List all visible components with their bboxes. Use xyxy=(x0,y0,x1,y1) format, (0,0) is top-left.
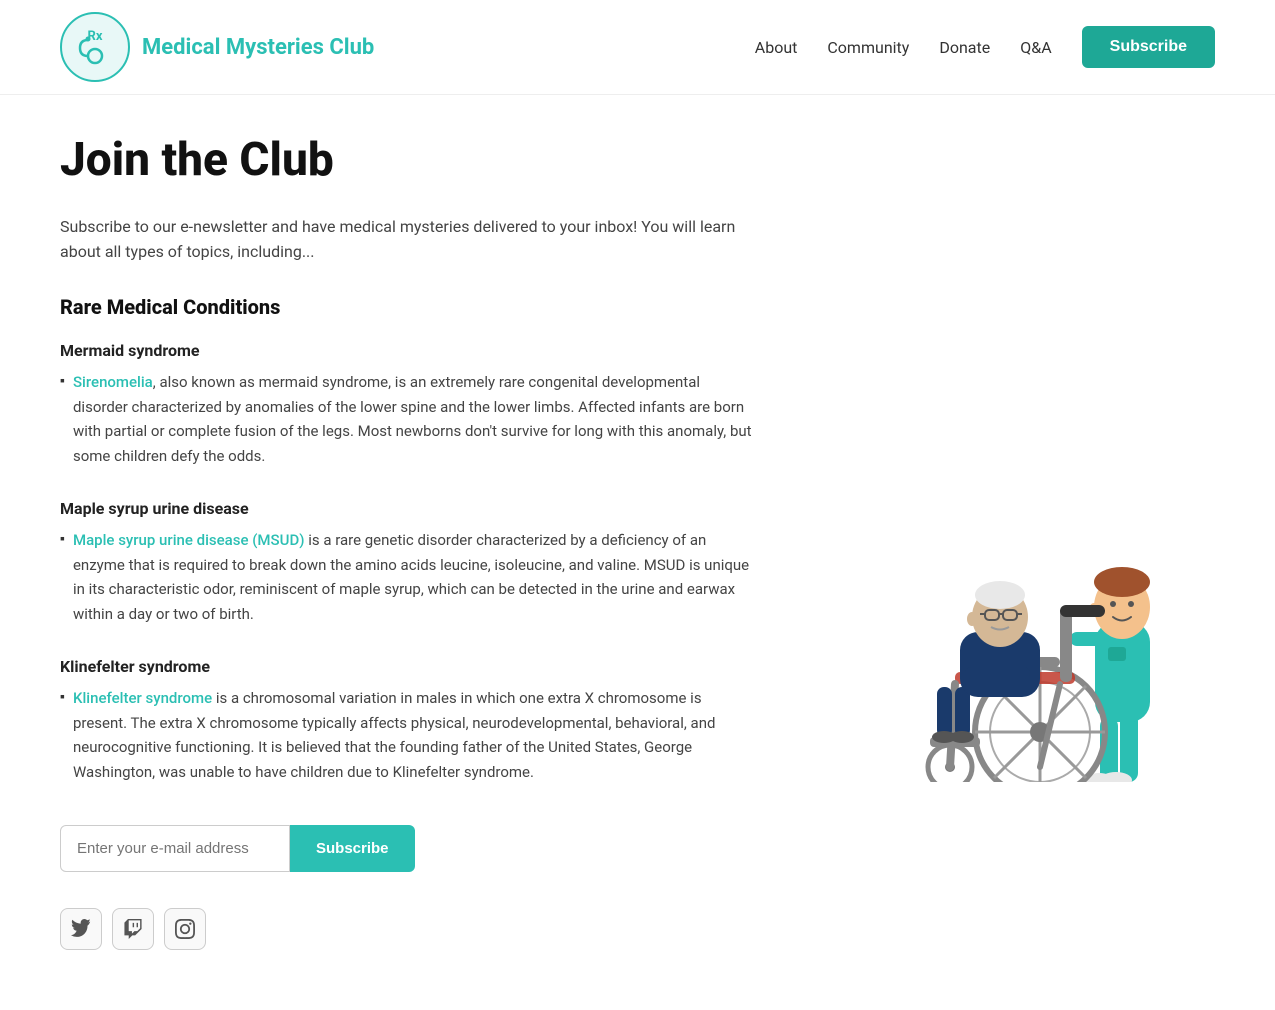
site-header: Rx Medical Mysteries Club About Communit… xyxy=(0,0,1275,95)
content-area: Join the Club Subscribe to our e-newslet… xyxy=(60,135,755,950)
condition-name-klinefelter: Klinefelter syndrome xyxy=(60,657,755,676)
condition-name-mermaid: Mermaid syndrome xyxy=(60,341,755,360)
condition-klinefelter: Klinefelter syndrome ▪ Klinefelter syndr… xyxy=(60,657,755,785)
bullet-klinefelter: ▪ xyxy=(60,688,65,705)
logo-area: Rx Medical Mysteries Club xyxy=(60,12,374,82)
instagram-icon[interactable] xyxy=(164,908,206,950)
condition-item-klinefelter: ▪ Klinefelter syndrome is a chromosomal … xyxy=(60,686,755,785)
nav-community[interactable]: Community xyxy=(827,38,909,57)
nav-about[interactable]: About xyxy=(755,38,798,57)
condition-link-maple[interactable]: Maple syrup urine disease (MSUD) xyxy=(73,531,305,549)
condition-text-mermaid: Sirenomelia, also known as mermaid syndr… xyxy=(73,370,755,469)
nav-donate[interactable]: Donate xyxy=(939,38,990,57)
condition-text-maple: Maple syrup urine disease (MSUD) is a ra… xyxy=(73,528,755,627)
bullet-mermaid: ▪ xyxy=(60,372,65,389)
nav-qa[interactable]: Q&A xyxy=(1020,38,1051,57)
header-subscribe-button[interactable]: Subscribe xyxy=(1082,26,1215,68)
condition-mermaid: Mermaid syndrome ▪ Sirenomelia, also kno… xyxy=(60,341,755,469)
main-nav: About Community Donate Q&A Subscribe xyxy=(755,26,1215,68)
intro-text: Subscribe to our e-newsletter and have m… xyxy=(60,214,755,265)
condition-link-mermaid[interactable]: Sirenomelia xyxy=(73,373,153,391)
page-title: Join the Club xyxy=(60,135,755,186)
condition-link-klinefelter[interactable]: Klinefelter syndrome xyxy=(73,689,212,707)
email-subscribe-button[interactable]: Subscribe xyxy=(290,825,415,872)
site-title[interactable]: Medical Mysteries Club xyxy=(142,35,374,60)
main-content: Join the Club Subscribe to our e-newslet… xyxy=(0,95,1275,1010)
bullet-maple: ▪ xyxy=(60,530,65,547)
condition-name-maple: Maple syrup urine disease xyxy=(60,499,755,518)
condition-desc-mermaid: , also known as mermaid syndrome, is an … xyxy=(73,373,752,465)
email-row: Subscribe xyxy=(60,825,755,872)
condition-item-mermaid: ▪ Sirenomelia, also known as mermaid syn… xyxy=(60,370,755,469)
condition-text-klinefelter: Klinefelter syndrome is a chromosomal va… xyxy=(73,686,755,785)
twitch-icon[interactable] xyxy=(112,908,154,950)
wheelchair-illustration xyxy=(795,362,1215,782)
site-logo: Rx xyxy=(60,12,130,82)
section-heading: Rare Medical Conditions xyxy=(60,295,755,319)
email-input[interactable] xyxy=(60,825,290,872)
condition-maple: Maple syrup urine disease ▪ Maple syrup … xyxy=(60,499,755,627)
condition-item-maple: ▪ Maple syrup urine disease (MSUD) is a … xyxy=(60,528,755,627)
social-row xyxy=(60,908,755,950)
illustration-area xyxy=(795,135,1215,950)
svg-text:Rx: Rx xyxy=(88,29,103,44)
twitter-icon[interactable] xyxy=(60,908,102,950)
